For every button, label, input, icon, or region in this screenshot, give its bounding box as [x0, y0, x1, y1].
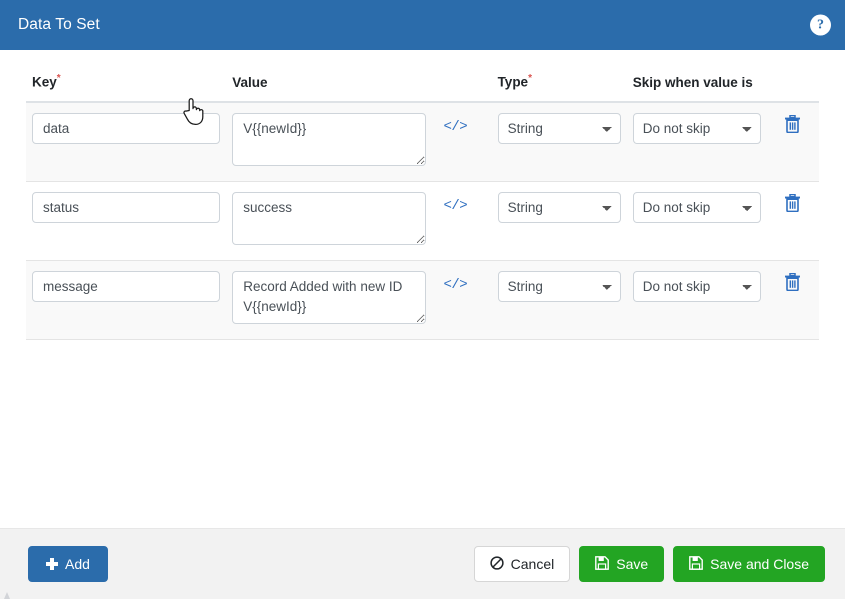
trash-icon[interactable]	[785, 193, 801, 213]
value-input[interactable]: success	[232, 192, 426, 246]
code-brackets-icon[interactable]: </>	[444, 198, 468, 214]
floppy-disk-icon	[689, 556, 704, 572]
cancel-button-label: Cancel	[510, 556, 555, 572]
column-header-key: Key*	[26, 72, 227, 104]
cell-skip: Do not skip	[626, 260, 767, 341]
save-and-close-button-label: Save and Close	[710, 556, 809, 572]
code-brackets-icon[interactable]: </>	[444, 119, 468, 135]
cell-delete	[766, 102, 819, 183]
cancel-button[interactable]: Cancel	[473, 546, 571, 582]
dialog-titlebar: Data To Set ?	[0, 0, 845, 50]
cell-type: String	[491, 181, 627, 262]
cell-skip: Do not skip	[626, 181, 767, 262]
column-header-type: Type*	[491, 72, 627, 104]
trash-icon[interactable]	[785, 272, 801, 292]
skip-select[interactable]: Do not skip	[632, 192, 761, 224]
required-asterisk: *	[528, 73, 532, 84]
code-brackets-icon[interactable]: </>	[444, 277, 468, 293]
cell-code: </>	[431, 102, 492, 183]
table-row: success </> String Do not skip	[26, 181, 819, 262]
skip-select[interactable]: Do not skip	[632, 113, 761, 145]
column-header-skip: Skip when value is	[626, 72, 767, 104]
help-icon[interactable]: ?	[810, 14, 831, 36]
save-button-label: Save	[616, 556, 649, 572]
floppy-disk-icon	[595, 556, 610, 572]
cell-type: String	[491, 260, 627, 341]
skip-select[interactable]: Do not skip	[632, 271, 761, 303]
cell-type: String	[491, 102, 627, 183]
page-title: Data To Set	[18, 16, 100, 33]
cell-value: success	[226, 181, 432, 262]
plus-icon	[46, 558, 58, 570]
value-input[interactable]: Record Added with new ID V{{newId}}	[232, 271, 426, 325]
table-body: V{{newId}} </> String Do not skip	[26, 102, 819, 341]
column-header-value: Value	[226, 72, 432, 104]
cell-code: </>	[431, 181, 492, 262]
cell-key	[26, 260, 227, 341]
save-button[interactable]: Save	[579, 546, 665, 582]
type-select[interactable]: String	[497, 192, 621, 224]
type-select[interactable]: String	[497, 271, 621, 303]
cell-key	[26, 181, 227, 262]
dialog-footer: Add Cancel Save Save and Close	[0, 528, 845, 599]
required-asterisk: *	[56, 73, 61, 84]
cell-delete	[766, 260, 819, 341]
trash-icon[interactable]	[785, 114, 801, 134]
column-header-actions	[766, 72, 819, 104]
column-header-code	[431, 72, 492, 104]
key-input[interactable]	[32, 113, 221, 145]
table-row: Record Added with new ID V{{newId}} </> …	[26, 260, 819, 341]
cell-code: </>	[431, 260, 492, 341]
add-button-label: Add	[65, 556, 90, 572]
table-header: Key* Value Type* Skip when value is	[26, 72, 819, 104]
cell-value: Record Added with new ID V{{newId}}	[226, 260, 432, 341]
data-to-set-table: Key* Value Type* Skip when value is V{{n…	[26, 72, 819, 341]
ban-icon	[489, 556, 504, 572]
cell-value: V{{newId}}	[226, 102, 432, 183]
key-input[interactable]	[32, 192, 221, 224]
dialog-body: Key* Value Type* Skip when value is V{{n…	[0, 50, 845, 528]
type-select[interactable]: String	[497, 113, 621, 145]
key-input[interactable]	[32, 271, 221, 303]
table-header-row: Key* Value Type* Skip when value is	[26, 72, 819, 104]
cell-key	[26, 102, 227, 183]
data-to-set-dialog: Data To Set ? Key* Value Type* Skip when…	[0, 0, 845, 599]
save-and-close-button[interactable]: Save and Close	[673, 546, 825, 582]
table-row: V{{newId}} </> String Do not skip	[26, 102, 819, 183]
cell-skip: Do not skip	[626, 102, 767, 183]
help-icon-glyph: ?	[817, 17, 824, 32]
add-button[interactable]: Add	[28, 546, 108, 582]
value-input[interactable]: V{{newId}}	[232, 113, 426, 167]
cell-delete	[766, 181, 819, 262]
